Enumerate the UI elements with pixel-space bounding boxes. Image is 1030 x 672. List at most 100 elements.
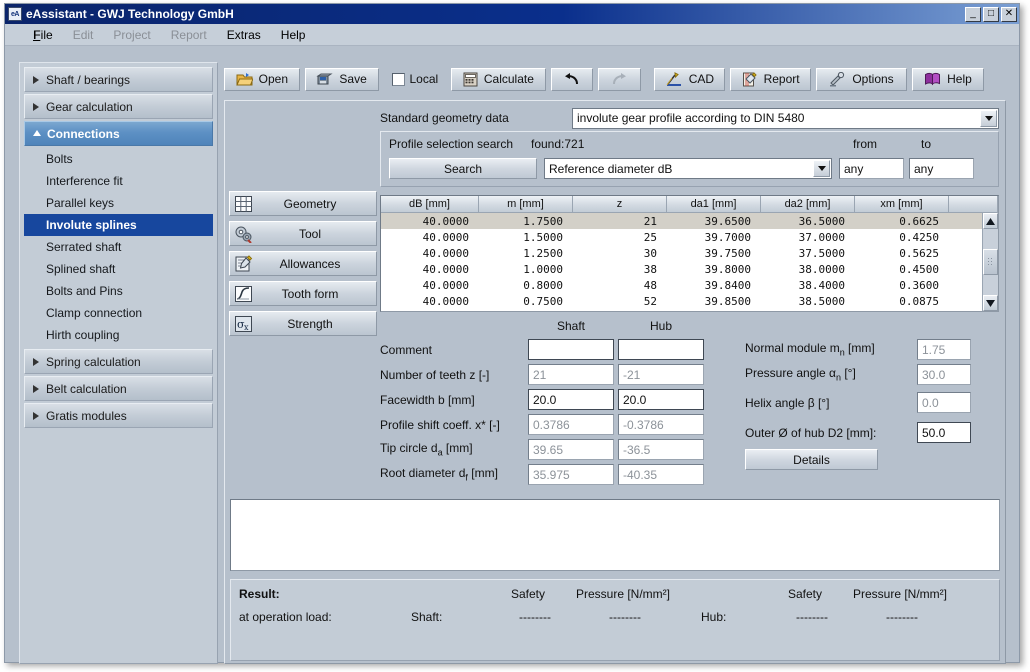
to-input[interactable]: any <box>909 158 974 179</box>
chevron-down-icon[interactable] <box>813 160 830 177</box>
options-button[interactable]: Options <box>816 68 907 91</box>
comment-shaft-input[interactable] <box>528 339 614 360</box>
window-title: eAssistant - GWJ Technology GmbH <box>26 7 965 21</box>
menu-file[interactable]: FFile <box>23 27 63 43</box>
close-icon[interactable]: ✕ <box>1001 7 1017 22</box>
result-pressure-header-hub: Pressure [N/mm²] <box>853 587 947 601</box>
from-input[interactable]: any <box>839 158 904 179</box>
sidebar-group-spring-calculation[interactable]: Spring calculation <box>24 349 213 374</box>
cad-label: CAD <box>689 72 714 86</box>
label-outer-hub-diameter: Outer Ø of hub D2 [mm]: <box>745 426 876 440</box>
cell-m: 1.0000 <box>479 261 573 277</box>
result-title: Result: <box>239 587 280 601</box>
scroll-down-icon[interactable] <box>983 295 998 311</box>
menu-project[interactable]: Project <box>103 27 160 43</box>
menu-edit[interactable]: Edit <box>63 27 104 43</box>
scroll-up-icon[interactable] <box>983 213 998 229</box>
table-scrollbar[interactable] <box>982 213 998 311</box>
sidebar-group-belt-calculation[interactable]: Belt calculation <box>24 376 213 401</box>
column-header-xm[interactable]: xm [mm] <box>855 196 949 213</box>
search-button[interactable]: Search <box>389 158 537 179</box>
report-document-icon <box>742 72 758 87</box>
root-diameter-hub-input[interactable]: -40.35 <box>618 464 704 485</box>
sidebar-group-label: Gratis modules <box>46 409 127 423</box>
report-button[interactable]: Report <box>730 68 811 91</box>
column-header-m[interactable]: m [mm] <box>479 196 573 213</box>
sidebar-item-hirth-coupling[interactable]: Hirth coupling <box>24 324 213 346</box>
pressure-angle-input[interactable]: 30.0 <box>917 364 971 385</box>
teeth-shaft-input[interactable]: 21 <box>528 364 614 385</box>
profile-shift-hub-input[interactable]: -0.3786 <box>618 414 704 435</box>
table-row[interactable]: 40.0000 0.8000 48 39.8400 38.4000 0.3600 <box>381 277 982 293</box>
comment-hub-input[interactable] <box>618 339 704 360</box>
tip-circle-shaft-input[interactable]: 39.65 <box>528 439 614 460</box>
save-button[interactable]: Save <box>305 68 379 91</box>
sidebar-item-clamp-connection[interactable]: Clamp connection <box>24 302 213 324</box>
sidebar-item-bolts[interactable]: Bolts <box>24 148 213 170</box>
tab-geometry[interactable]: Geometry <box>229 191 377 216</box>
table-row[interactable]: 40.0000 1.7500 21 39.6500 36.5000 0.6625 <box>381 213 982 229</box>
profile-shift-shaft-input[interactable]: 0.3786 <box>528 414 614 435</box>
table-row[interactable]: 40.0000 1.2500 30 39.7500 37.5000 0.5625 <box>381 245 982 261</box>
result-safety-header-shaft: Safety <box>511 587 545 601</box>
table-row[interactable]: 40.0000 0.7500 52 39.8500 38.5000 0.0875 <box>381 293 982 309</box>
local-checkbox[interactable]: Local <box>384 72 447 86</box>
table-row[interactable]: 40.0000 1.5000 25 39.7000 37.0000 0.4250 <box>381 229 982 245</box>
cell-m: 1.7500 <box>479 213 573 229</box>
helix-angle-input[interactable]: 0.0 <box>917 392 971 413</box>
help-button[interactable]: Help <box>912 68 984 91</box>
cell-z: 25 <box>573 229 667 245</box>
chevron-down-icon[interactable] <box>980 110 997 127</box>
search-criterion-combo[interactable]: Reference diameter dB <box>544 158 832 179</box>
tab-strength[interactable]: σx Strength <box>229 311 377 336</box>
sidebar-item-bolts-and-pins[interactable]: Bolts and Pins <box>24 280 213 302</box>
cell-db: 40.0000 <box>381 293 479 309</box>
sidebar-item-splined-shaft[interactable]: Splined shaft <box>24 258 213 280</box>
menu-report[interactable]: Report <box>161 27 217 43</box>
column-header-da2[interactable]: da2 [mm] <box>761 196 855 213</box>
tab-allowances[interactable]: Allowances <box>229 251 377 276</box>
result-shaft-safety: -------- <box>519 610 551 624</box>
redo-button[interactable] <box>598 68 641 91</box>
chevron-right-icon <box>33 358 39 366</box>
standard-geometry-combo[interactable]: involute gear profile according to DIN 5… <box>572 108 999 129</box>
column-header-da1[interactable]: da1 [mm] <box>667 196 761 213</box>
sidebar-item-involute-splines[interactable]: Involute splines <box>24 214 213 236</box>
sidebar-group-connections[interactable]: Connections <box>24 121 213 146</box>
open-button[interactable]: Open <box>224 68 300 91</box>
sidebar-group-gear-calculation[interactable]: Gear calculation <box>24 94 213 119</box>
facewidth-hub-input[interactable]: 20.0 <box>618 389 704 410</box>
options-tools-icon <box>829 72 846 87</box>
sidebar-group-gratis-modules[interactable]: Gratis modules <box>24 403 213 428</box>
calculate-button[interactable]: Calculate <box>451 68 545 91</box>
normal-module-input[interactable]: 1.75 <box>917 339 971 360</box>
maximize-icon[interactable]: □ <box>983 7 999 22</box>
sidebar-item-serrated-shaft[interactable]: Serrated shaft <box>24 236 213 258</box>
table-row[interactable]: 40.0000 1.0000 38 39.8000 38.0000 0.4500 <box>381 261 982 277</box>
notepad-icon <box>234 255 253 273</box>
sidebar-item-parallel-keys[interactable]: Parallel keys <box>24 192 213 214</box>
scrollbar-thumb[interactable] <box>983 249 998 275</box>
sidebar-group-shaft-bearings[interactable]: Shaft / bearings <box>24 67 213 92</box>
tab-tooth-form[interactable]: Tooth form <box>229 281 377 306</box>
cad-button[interactable]: CAD <box>654 68 725 91</box>
teeth-hub-input[interactable]: -21 <box>618 364 704 385</box>
tab-tool[interactable]: Tool <box>229 221 377 246</box>
message-box[interactable] <box>230 499 1000 571</box>
undo-button[interactable] <box>551 68 594 91</box>
column-header-db[interactable]: dB [mm] <box>381 196 479 213</box>
result-load-label: at operation load: <box>239 610 332 624</box>
menu-help[interactable]: Help <box>271 27 316 43</box>
column-header-z[interactable]: z <box>573 196 667 213</box>
menu-extras[interactable]: Extras <box>217 27 271 43</box>
facewidth-shaft-input[interactable]: 20.0 <box>528 389 614 410</box>
sidebar-item-interference-fit[interactable]: Interference fit <box>24 170 213 192</box>
minimize-icon[interactable]: _ <box>965 7 981 22</box>
outer-hub-diameter-input[interactable]: 50.0 <box>917 422 971 443</box>
details-button[interactable]: Details <box>745 449 878 470</box>
root-diameter-shaft-input[interactable]: 35.975 <box>528 464 614 485</box>
to-label: to <box>921 137 931 151</box>
checkbox-icon[interactable] <box>392 73 405 86</box>
tip-circle-hub-input[interactable]: -36.5 <box>618 439 704 460</box>
result-panel: Result: Safety Pressure [N/mm²] Safety P… <box>230 579 1000 661</box>
